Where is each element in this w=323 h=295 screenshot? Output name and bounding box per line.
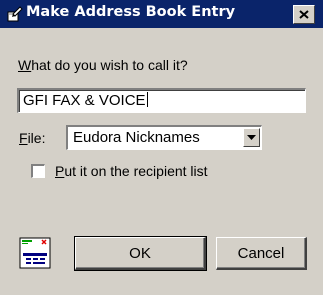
file-label-text: ile:: [27, 130, 46, 146]
window-title: Make Address Book Entry: [26, 4, 236, 20]
name-prompt-text: hat do you wish to call it?: [31, 57, 188, 73]
file-selected-value: Eudora Nicknames: [73, 129, 200, 146]
address-book-icon: [19, 237, 51, 269]
address-book-dialog: Make Address Book Entry What do you wish…: [0, 0, 323, 295]
ok-button[interactable]: OK: [74, 236, 207, 271]
pencil-book-icon: [7, 6, 23, 22]
name-prompt-mnemonic: W: [18, 57, 32, 73]
recipient-list-checkbox[interactable]: [31, 164, 45, 178]
nickname-input[interactable]: GFI FAX & VOICE: [17, 88, 306, 113]
name-prompt-label: What do you wish to call it?: [18, 57, 188, 73]
nickname-text: GFI FAX & VOICE: [23, 92, 146, 109]
recipient-list-label[interactable]: Put it on the recipient list: [55, 163, 208, 179]
file-dropdown[interactable]: Eudora Nicknames: [66, 125, 262, 150]
close-button[interactable]: [293, 5, 315, 24]
recipient-label-text: ut it on the recipient list: [64, 163, 208, 179]
nickname-value: GFI FAX & VOICE: [23, 92, 148, 109]
chevron-down-icon: [247, 135, 256, 140]
dropdown-button[interactable]: [243, 128, 260, 147]
title-bar: Make Address Book Entry: [0, 0, 323, 28]
file-mnemonic: F: [19, 130, 28, 146]
text-caret: [146, 92, 148, 107]
close-icon: [299, 10, 309, 19]
cancel-button[interactable]: Cancel: [216, 237, 307, 270]
file-label: File:: [19, 130, 45, 146]
recipient-mnemonic: P: [55, 163, 65, 179]
